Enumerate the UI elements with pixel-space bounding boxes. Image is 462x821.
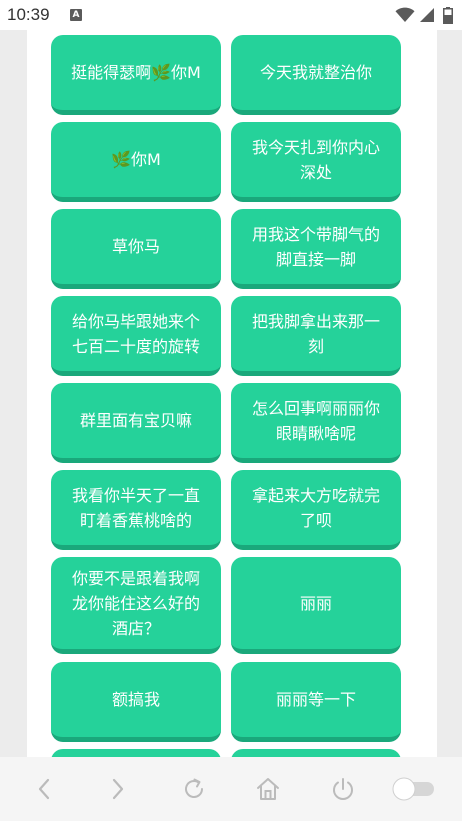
sound-button[interactable]: 今天我就整治你 xyxy=(231,35,401,115)
toggle-switch-icon xyxy=(392,777,434,801)
wifi-icon xyxy=(395,7,415,22)
button-label: 今天我就整治你 xyxy=(259,63,372,82)
sound-button[interactable]: 给你马毕跟她来个七百二十度的旋转 xyxy=(51,296,221,376)
sound-button-partial[interactable] xyxy=(51,749,221,757)
notification-a-icon: A xyxy=(70,9,82,21)
chevron-left-icon xyxy=(38,778,50,800)
sound-button[interactable]: 挺能得瑟啊🌿你M xyxy=(51,35,221,115)
sound-button[interactable]: 我今天扎到你内心深处 xyxy=(231,122,401,202)
button-label: 丽丽等一下 xyxy=(275,690,356,709)
sound-button[interactable]: 用我这个带脚气的脚直接一脚 xyxy=(231,209,401,289)
chevron-right-icon xyxy=(112,778,124,800)
button-label: 把我脚拿出来那一刻 xyxy=(251,311,380,356)
sound-button[interactable]: 把我脚拿出来那一刻 xyxy=(231,296,401,376)
button-label: 拿起来大方吃就完了呗 xyxy=(251,485,380,530)
button-label: 给你马毕跟她来个七百二十度的旋转 xyxy=(71,311,200,356)
button-label: 群里面有宝贝嘛 xyxy=(79,411,192,430)
sound-button[interactable]: 我看你半天了一直盯着香蕉桃啥的 xyxy=(51,470,221,550)
button-label: 挺能得瑟啊🌿你M xyxy=(71,63,201,82)
sound-button[interactable]: 怎么回事啊丽丽你眼睛瞅啥呢 xyxy=(231,383,401,463)
sound-button-grid: 挺能得瑟啊🌿你M 今天我就整治你 🌿你M 我今天扎到你内心深处 草你马 用我这个… xyxy=(27,30,437,757)
sound-button[interactable]: 🌿你M xyxy=(51,122,221,202)
sound-button[interactable]: 丽丽 xyxy=(231,557,401,654)
status-time: 10:39 xyxy=(7,5,50,24)
button-label: 你要不是跟着我啊龙你能住这么好的酒店？ xyxy=(71,568,200,638)
button-label: 用我这个带脚气的脚直接一脚 xyxy=(251,224,380,269)
button-label: 额搞我 xyxy=(111,690,160,709)
cell-signal-icon xyxy=(420,8,434,22)
battery-icon xyxy=(443,7,453,24)
sound-button[interactable]: 群里面有宝贝嘛 xyxy=(51,383,221,463)
bottom-nav-bar xyxy=(0,757,462,821)
button-label: 丽丽 xyxy=(299,593,332,613)
home-icon xyxy=(257,778,279,800)
button-label: 我看你半天了一直盯着香蕉桃啥的 xyxy=(71,485,200,530)
sound-button-partial[interactable] xyxy=(231,749,401,757)
home-button[interactable] xyxy=(253,775,283,803)
reload-icon xyxy=(185,778,203,798)
back-button[interactable] xyxy=(29,775,59,803)
power-button[interactable] xyxy=(328,775,358,803)
button-label: 🌿你M xyxy=(111,150,161,169)
sound-button[interactable]: 你要不是跟着我啊龙你能住这么好的酒店？ xyxy=(51,557,221,654)
sound-button[interactable]: 额搞我 xyxy=(51,662,221,742)
sound-button[interactable]: 草你马 xyxy=(51,209,221,289)
status-bar: 10:39 A xyxy=(0,0,462,30)
button-label: 我今天扎到你内心深处 xyxy=(251,137,380,182)
sound-button[interactable]: 拿起来大方吃就完了呗 xyxy=(231,470,401,550)
reload-button[interactable] xyxy=(179,775,209,803)
power-icon xyxy=(333,778,353,800)
button-label: 草你马 xyxy=(111,237,160,256)
forward-button[interactable] xyxy=(103,775,133,803)
button-label: 怎么回事啊丽丽你眼睛瞅啥呢 xyxy=(251,398,380,443)
toggle-switch[interactable] xyxy=(392,775,436,803)
sound-button[interactable]: 丽丽等一下 xyxy=(231,662,401,742)
